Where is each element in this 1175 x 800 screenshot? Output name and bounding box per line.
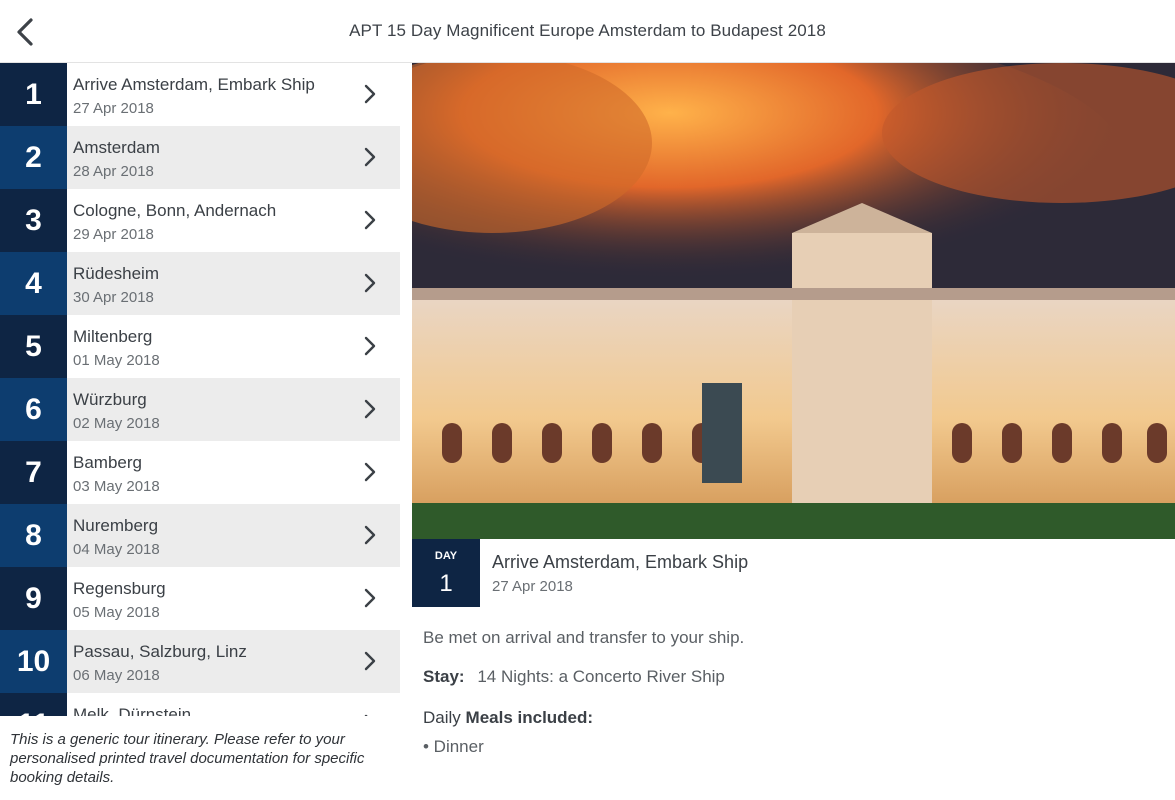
itinerary-row[interactable]: 6 Würzburg 02 May 2018 (0, 378, 400, 441)
chevron-right-icon (364, 210, 376, 230)
chevron-right-icon (364, 147, 376, 167)
day-badge: DAY 1 (412, 539, 480, 607)
itinerary-row[interactable]: 10 Passau, Salzburg, Linz 06 May 2018 (0, 630, 400, 693)
chevron-right-icon (364, 273, 376, 293)
stay-value: 14 Nights: a Concerto River Ship (477, 667, 725, 686)
itinerary-list[interactable]: 1 Arrive Amsterdam, Embark Ship 27 Apr 201… (0, 63, 411, 716)
itinerary-row[interactable]: 7 Bamberg 03 May 2018 (0, 441, 400, 504)
list-scroll-edge (400, 63, 411, 716)
back-button[interactable] (8, 14, 42, 50)
row-title: Passau, Salzburg, Linz (73, 642, 247, 661)
row-title: Nuremberg (73, 516, 159, 535)
day-number: 6 (0, 378, 67, 441)
palace-illustration (412, 63, 1175, 539)
detail-title: Arrive Amsterdam, Embark Ship (492, 552, 749, 572)
row-title: Würzburg (73, 390, 147, 409)
stay-label: Stay: (423, 667, 465, 686)
row-date: 28 Apr 2018 (73, 163, 154, 180)
row-date: 30 Apr 2018 (73, 289, 154, 306)
row-date: 05 May 2018 (73, 604, 160, 621)
chevron-left-icon (17, 18, 33, 46)
row-title: Rüdesheim (73, 264, 159, 283)
meals-heading: Daily Meals included: (423, 708, 593, 728)
day-badge-number: 1 (439, 570, 453, 597)
itinerary-row[interactable]: 4 Rüdesheim 30 Apr 2018 (0, 252, 400, 315)
itinerary-row[interactable]: 3 Cologne, Bonn, Andernach 29 Apr 2018 (0, 189, 400, 252)
top-bar: APT 15 Day Magnificent Europe Amsterdam … (0, 0, 1175, 63)
row-title: Bamberg (73, 453, 142, 472)
meal-item: • Dinner (423, 737, 484, 756)
day-number: 10 (0, 630, 67, 693)
row-title: Amsterdam (73, 138, 160, 157)
stay-info: Stay: 14 Nights: a Concerto River Ship (423, 667, 725, 687)
row-title: Arrive Amsterdam, Embark Ship (73, 75, 315, 94)
row-date: 27 Apr 2018 (73, 100, 154, 117)
itinerary-row[interactable]: 2 Amsterdam 28 Apr 2018 (0, 126, 400, 189)
itinerary-row[interactable]: 1 Arrive Amsterdam, Embark Ship 27 Apr 201… (0, 63, 400, 126)
meals-prefix: Daily (423, 708, 461, 727)
disclaimer-note: This is a generic tour itinerary. Please… (0, 716, 411, 800)
meals-label: Meals included: (465, 708, 594, 727)
day-number: 7 (0, 441, 67, 504)
day-number: 5 (0, 315, 67, 378)
row-date: 04 May 2018 (73, 541, 160, 558)
row-date: 06 May 2018 (73, 667, 160, 684)
day-description: Be met on arrival and transfer to your s… (423, 628, 745, 647)
chevron-right-icon (364, 588, 376, 608)
row-date: 29 Apr 2018 (73, 226, 154, 243)
destination-photo (412, 63, 1175, 539)
detail-date: 27 Apr 2018 (492, 578, 573, 595)
day-number: 9 (0, 567, 67, 630)
row-title: Melk, Dürnstein (73, 705, 192, 716)
itinerary-row[interactable]: 5 Miltenberg 01 May 2018 (0, 315, 400, 378)
day-number: 11 (0, 693, 67, 716)
itinerary-row[interactable]: 8 Nuremberg 04 May 2018 (0, 504, 400, 567)
row-title: Regensburg (73, 579, 166, 598)
day-number: 2 (0, 126, 67, 189)
chevron-right-icon (364, 462, 376, 482)
itinerary-row[interactable]: 11 Melk, Dürnstein (0, 693, 400, 716)
chevron-right-icon (364, 336, 376, 356)
chevron-right-icon (364, 651, 376, 671)
page-title: APT 15 Day Magnificent Europe Amsterdam … (349, 21, 826, 40)
day-badge-label: DAY (434, 550, 458, 562)
chevron-right-icon (364, 525, 376, 545)
row-date: 02 May 2018 (73, 415, 160, 432)
row-title: Miltenberg (73, 327, 153, 346)
itinerary-row[interactable]: 9 Regensburg 05 May 2018 (0, 567, 400, 630)
chevron-right-icon (364, 84, 376, 104)
day-number: 4 (0, 252, 67, 315)
row-date: 01 May 2018 (73, 352, 160, 369)
day-number: 3 (0, 189, 67, 252)
row-title: Cologne, Bonn, Andernach (73, 201, 277, 220)
chevron-right-icon (364, 399, 376, 419)
day-number: 8 (0, 504, 67, 567)
row-date: 03 May 2018 (73, 478, 160, 495)
day-number: 1 (0, 63, 67, 126)
